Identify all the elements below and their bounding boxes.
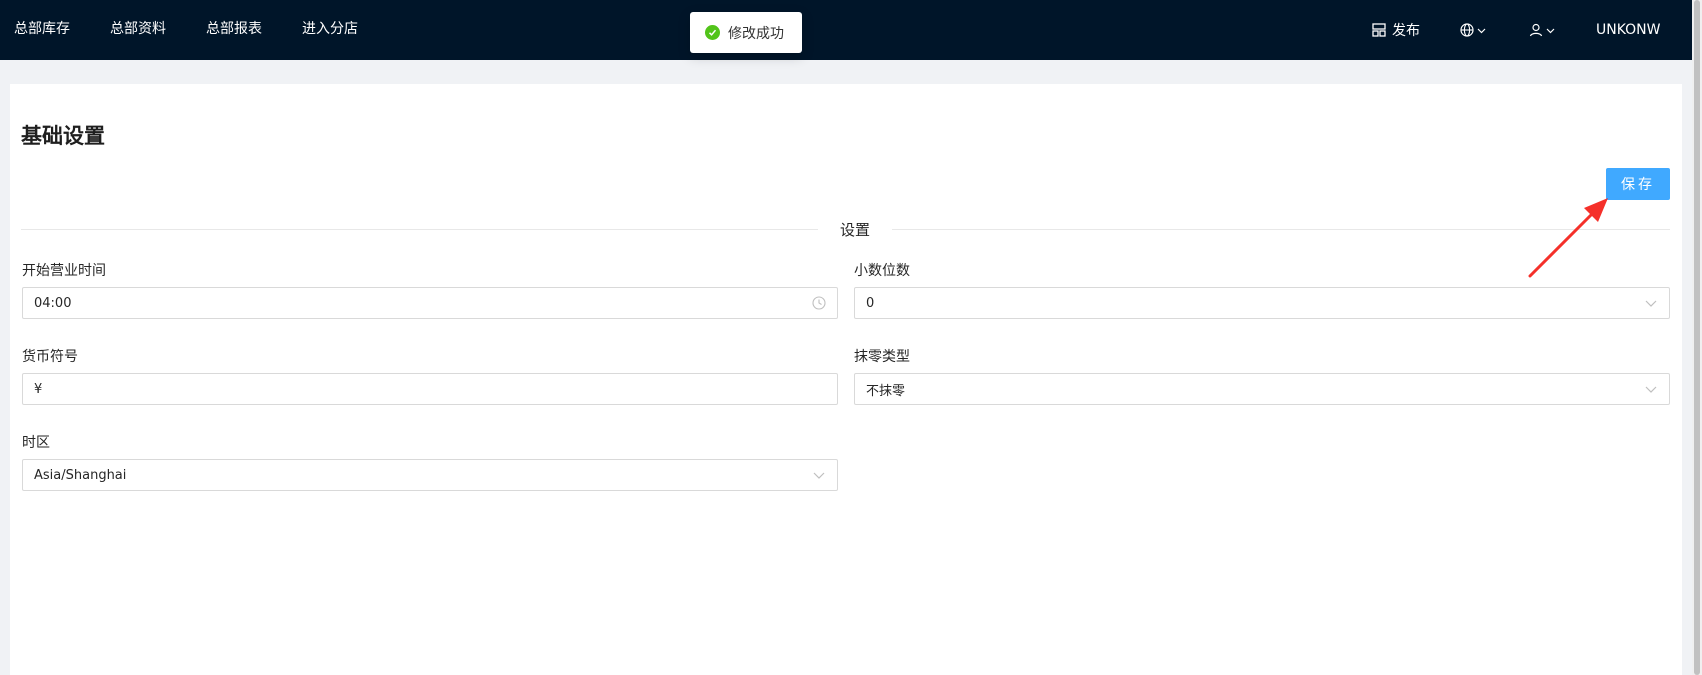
scrollbar-thumb[interactable] <box>1694 0 1700 675</box>
success-toast: 修改成功 <box>690 12 802 53</box>
nav-item-hq-data[interactable]: 总部资料 <box>110 0 166 60</box>
chevron-down-icon <box>1546 26 1555 35</box>
section-title: 设置 <box>818 219 892 240</box>
decimals-label: 小数位数 <box>854 263 910 279</box>
section-divider-left <box>21 229 818 230</box>
nav-item-hq-reports[interactable]: 总部报表 <box>206 0 262 60</box>
rounding-value: 不抹零 <box>866 383 906 399</box>
page-title: 基础设置 <box>21 124 105 148</box>
chevron-down-icon <box>1477 26 1486 35</box>
globe-icon <box>1460 23 1474 37</box>
publish-icon <box>1372 23 1386 37</box>
check-circle-icon <box>705 25 720 40</box>
toast-message: 修改成功 <box>728 25 784 42</box>
open-time-value: 04:00 <box>34 295 72 311</box>
chevron-down-icon <box>812 468 826 482</box>
timezone-label: 时区 <box>22 435 50 451</box>
currency-input[interactable]: ¥ <box>22 373 838 405</box>
rounding-label: 抹零类型 <box>854 349 910 365</box>
vertical-scrollbar[interactable] <box>1692 0 1702 675</box>
currency-value: ¥ <box>34 381 43 397</box>
settings-card: 基础设置 保存 设置 开始营业时间 04:00 小数位数 0 货币符号 ¥ 抹零… <box>10 84 1682 675</box>
decimals-value: 0 <box>866 295 875 311</box>
annotation-arrow-icon <box>1528 198 1608 278</box>
clock-icon <box>812 296 826 310</box>
chevron-down-icon <box>1644 382 1658 396</box>
nav-item-hq-inventory[interactable]: 总部库存 <box>14 0 70 60</box>
username-label[interactable]: UNKONW <box>1596 0 1660 60</box>
publish-label: 发布 <box>1392 23 1420 39</box>
open-time-picker[interactable]: 04:00 <box>22 287 838 319</box>
top-navigation-bar: 总部库存 总部资料 总部报表 进入分店 发布 UNKONW <box>0 0 1702 60</box>
user-icon <box>1529 23 1543 37</box>
chevron-down-icon <box>1644 296 1658 310</box>
user-dropdown[interactable] <box>1529 0 1555 60</box>
decimals-select[interactable]: 0 <box>854 287 1670 319</box>
timezone-value: Asia/Shanghai <box>34 467 127 483</box>
open-time-label: 开始营业时间 <box>22 263 106 279</box>
currency-label: 货币符号 <box>22 349 78 365</box>
language-dropdown[interactable] <box>1460 0 1486 60</box>
timezone-select[interactable]: Asia/Shanghai <box>22 459 838 491</box>
rounding-select[interactable]: 不抹零 <box>854 373 1670 405</box>
nav-item-enter-branch[interactable]: 进入分店 <box>302 0 358 60</box>
publish-button[interactable]: 发布 <box>1372 0 1420 60</box>
